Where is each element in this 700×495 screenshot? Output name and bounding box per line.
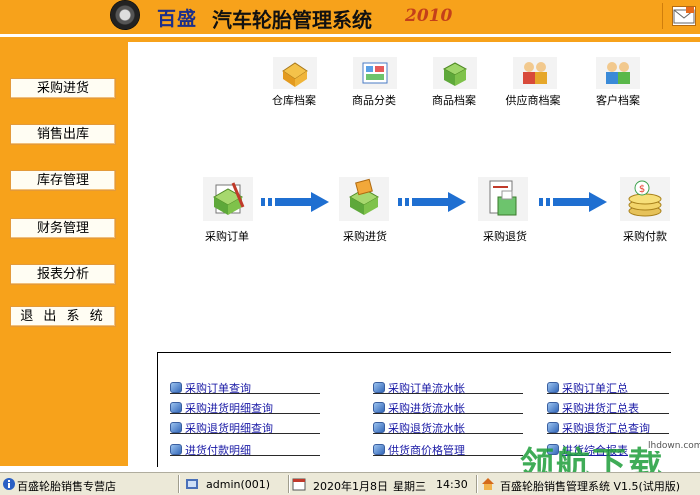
link-underline [170, 433, 320, 434]
sidebar-item-reports[interactable]: 报表分析 [10, 264, 116, 285]
tire-logo-icon [110, 0, 140, 30]
supplier-icon[interactable] [513, 57, 557, 89]
customer-icon[interactable] [596, 57, 640, 89]
link-underline [373, 413, 523, 414]
status-weekday: 星期三 [393, 480, 426, 493]
sidebar-item-finance[interactable]: 财务管理 [10, 218, 116, 239]
status-separator [476, 475, 477, 493]
purchase-order-icon[interactable] [203, 177, 253, 221]
toolbar-label-customer: 客户档案 [596, 94, 640, 107]
product-icon[interactable] [433, 57, 477, 89]
user-icon [185, 477, 199, 490]
sidebar-item-purchase[interactable]: 采购进货 [10, 78, 116, 99]
link-bullet-icon [373, 422, 385, 433]
flow-arrow-1 [261, 192, 329, 212]
app-title: 汽车轮胎管理系统 [212, 8, 372, 32]
status-date: 2020年1月8日 [313, 480, 388, 493]
link-bullet-icon [170, 444, 182, 455]
purchase-return-icon[interactable] [478, 177, 528, 221]
header-separator [662, 3, 663, 29]
sidebar-item-sales[interactable]: 销售出库 [10, 124, 116, 145]
exit-button[interactable]: 退 出 系 统 [10, 306, 116, 327]
link-underline [547, 433, 669, 434]
link-bullet-icon [547, 422, 559, 433]
toolbar-label-product: 商品档案 [432, 94, 476, 107]
link-underline [547, 413, 669, 414]
status-user: admin(001) [206, 478, 271, 491]
status-bar: 百盛轮胎销售专营店 admin(001) 2020年1月8日 星期三 14:30… [0, 472, 700, 495]
warehouse-icon[interactable] [273, 57, 317, 89]
toolbar-label-category: 商品分类 [352, 94, 396, 107]
sidebar-item-inventory[interactable]: 库存管理 [10, 170, 116, 191]
status-separator [178, 475, 179, 493]
link-bullet-icon [170, 382, 182, 393]
link-underline [170, 393, 320, 394]
link-underline [170, 413, 320, 414]
status-product: 百盛轮胎销售管理系统 V1.5(试用版) [500, 480, 681, 493]
link-bullet-icon [373, 444, 385, 455]
status-shop-name: 百盛轮胎销售专营店 [17, 480, 116, 493]
link-underline [547, 393, 669, 394]
brand-name: 百盛 [157, 8, 198, 30]
flow-label-payment: 采购付款 [623, 230, 667, 243]
app-year: 2010 [405, 6, 453, 26]
purchase-payment-icon[interactable]: $ [620, 177, 670, 221]
home-icon [481, 477, 495, 490]
flow-label-receive: 采购进货 [343, 230, 387, 243]
link-underline [373, 433, 523, 434]
link-underline [170, 455, 320, 456]
link-bullet-icon [547, 402, 559, 413]
flow-label-return: 采购退货 [483, 230, 527, 243]
info-icon [2, 477, 16, 490]
flow-arrow-2 [398, 192, 466, 212]
link-bullet-icon [547, 382, 559, 393]
purchase-receive-icon[interactable] [339, 177, 389, 221]
calendar-icon [292, 477, 306, 491]
content-gap [128, 42, 135, 466]
flow-arrow-3 [539, 192, 607, 212]
sidebar: 采购进货 销售出库 库存管理 财务管理 报表分析 退 出 系 统 [0, 42, 128, 466]
toolbar-label-warehouse: 仓库档案 [272, 94, 316, 107]
status-separator [288, 475, 289, 493]
svg-text:$: $ [639, 184, 645, 195]
link-underline [373, 455, 523, 456]
link-underline [373, 393, 523, 394]
link-bullet-icon [373, 402, 385, 413]
watermark-url: lhdown.com [648, 441, 700, 451]
status-time: 14:30 [436, 478, 468, 491]
category-icon[interactable] [353, 57, 397, 89]
link-bullet-icon [170, 402, 182, 413]
link-bullet-icon [373, 382, 385, 393]
flow-label-order: 采购订单 [205, 230, 249, 243]
toolbar-label-supplier: 供应商档案 [505, 94, 561, 107]
link-bullet-icon [170, 422, 182, 433]
mail-icon[interactable] [672, 6, 696, 26]
